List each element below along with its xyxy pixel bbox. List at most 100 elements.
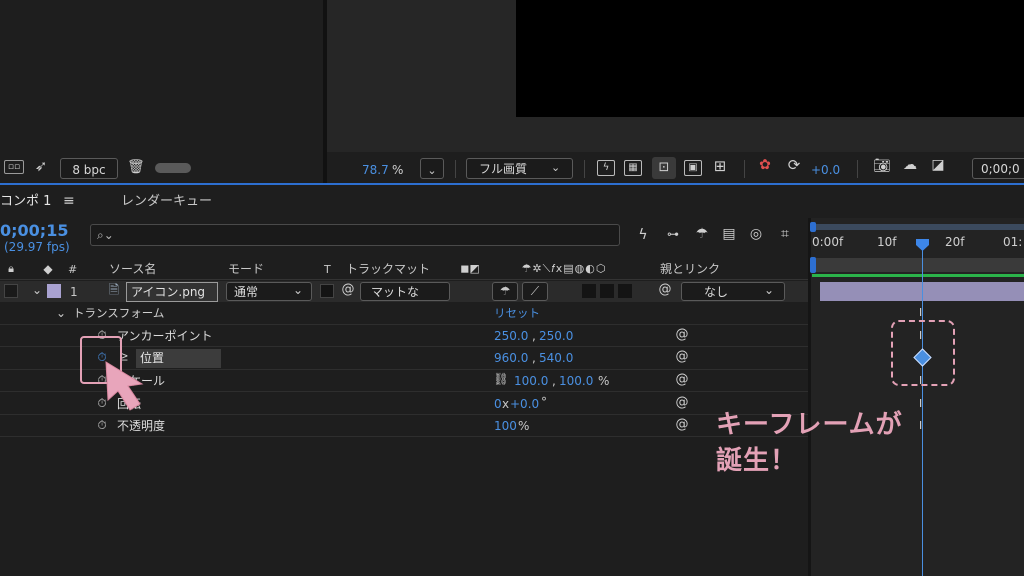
- toolbar-separator: [584, 160, 585, 178]
- switches-icons: ◼◩: [460, 262, 480, 275]
- chevron-down-icon: ⌄: [551, 161, 561, 174]
- layer-name: アイコン.png: [131, 285, 206, 299]
- anchor-point-y[interactable]: 250.0: [539, 330, 573, 342]
- column-t: T: [324, 263, 331, 276]
- graph-editor-icon[interactable]: ⌗: [774, 227, 796, 241]
- column-parent-link[interactable]: 親とリンク: [660, 263, 720, 275]
- 3d-switch[interactable]: [618, 284, 632, 298]
- scale-x[interactable]: 100.0: [514, 375, 548, 387]
- thumbnail-slider[interactable]: [155, 163, 191, 173]
- show-snapshot-icon[interactable]: ☁: [901, 158, 919, 172]
- anchor-point-x[interactable]: 250.0: [494, 330, 528, 342]
- position-x[interactable]: 960.0: [494, 352, 528, 364]
- fx-switch[interactable]: [582, 284, 596, 298]
- zoom-value[interactable]: 78.7: [362, 164, 389, 176]
- file-icon: 🗎: [108, 283, 120, 298]
- column-source-name[interactable]: ソース名: [109, 263, 156, 275]
- parent-pickwhip-icon[interactable]: @: [657, 283, 673, 296]
- expression-pickwhip-icon[interactable]: @: [675, 328, 689, 341]
- layer-name-field[interactable]: アイコン.png: [126, 282, 218, 302]
- chevron-down-icon: ⌄: [764, 283, 775, 297]
- blend-switch[interactable]: [600, 284, 614, 298]
- reset-exposure-icon[interactable]: ⟳: [785, 158, 803, 173]
- composition-canvas: [516, 0, 1024, 117]
- zoom-dropdown[interactable]: ⌄: [420, 158, 444, 179]
- region-of-interest-icon[interactable]: ▣: [684, 160, 702, 176]
- layer-search-field[interactable]: ⌕⌄: [90, 224, 620, 246]
- flowchart-icon[interactable]: ⊶: [662, 228, 684, 240]
- grid-guides-icon[interactable]: ⊞: [711, 159, 729, 174]
- render-queue-tab[interactable]: レンダーキュー: [121, 195, 212, 208]
- bit-depth-button[interactable]: 8 bpc: [60, 158, 118, 179]
- blend-mode-dropdown[interactable]: 通常 ⌄: [226, 282, 312, 301]
- scale-sep: ,: [552, 374, 556, 388]
- current-time-field[interactable]: 0;00;0: [972, 158, 1024, 179]
- toolbar-separator: [455, 160, 456, 178]
- fast-preview-icon[interactable]: ϟ: [597, 160, 615, 176]
- lock-icon[interactable]: 🔒︎: [4, 263, 18, 274]
- rocket-icon[interactable]: ➶: [32, 159, 50, 174]
- resolution-dropdown[interactable]: フル画質 ⌄: [466, 158, 573, 179]
- layer-number: 1: [70, 285, 78, 299]
- channel-icon[interactable]: ◪: [929, 158, 947, 172]
- chevron-down-icon[interactable]: ⌄: [30, 284, 44, 296]
- resolution-label: フル画質: [479, 162, 528, 176]
- stopwatch-icon[interactable]: ⏱︎: [95, 419, 109, 431]
- column-track-matte[interactable]: トラックマット: [346, 263, 430, 275]
- panel-menu-icon[interactable]: ≡: [63, 194, 75, 208]
- parent-dropdown[interactable]: なし ⌄: [681, 282, 785, 301]
- pickwhip-icon[interactable]: @: [340, 283, 356, 296]
- column-mode[interactable]: モード: [228, 263, 264, 275]
- anchor-point-sep: ,: [532, 329, 536, 343]
- layer-lock-box[interactable]: [4, 284, 18, 298]
- camera-icon[interactable]: 📷︎: [873, 159, 891, 173]
- viewer-timecode: 0;00;0: [981, 162, 1020, 176]
- layer-label-color[interactable]: [47, 284, 61, 298]
- transform-reset[interactable]: リセット: [494, 307, 540, 320]
- parent-label: なし: [704, 285, 729, 299]
- position-sep: ,: [532, 351, 536, 365]
- track-matte-dropdown[interactable]: マットな: [360, 282, 450, 301]
- project-panel: [0, 0, 323, 183]
- quality-switch[interactable]: ⟋: [522, 282, 548, 301]
- work-area-bar[interactable]: [812, 224, 1024, 230]
- search-icon: ⌕⌄: [97, 228, 114, 242]
- comp-marker-start[interactable]: [810, 257, 816, 273]
- opacity-value[interactable]: 100: [494, 420, 517, 432]
- transparency-grid-icon[interactable]: ▦: [624, 160, 642, 176]
- color-channels-icon[interactable]: ✿: [756, 158, 774, 172]
- frame-blending-icon[interactable]: ▤: [719, 227, 739, 241]
- playhead-handle[interactable]: [915, 238, 930, 252]
- transform-group-label: トランスフォーム: [73, 306, 165, 320]
- work-area-start[interactable]: [810, 222, 816, 232]
- rotation-degrees[interactable]: +0.0: [510, 398, 539, 410]
- mask-path-icon[interactable]: ⊡: [652, 157, 676, 179]
- tick-label: 10f: [877, 235, 897, 249]
- preserve-transparency-box[interactable]: [320, 284, 334, 298]
- flowchart-icon[interactable]: ▫▫: [4, 160, 24, 174]
- shy-switch[interactable]: ☂: [492, 282, 518, 301]
- expression-pickwhip-icon[interactable]: @: [675, 350, 689, 363]
- rotation-revolutions[interactable]: 0: [494, 398, 502, 410]
- expression-pickwhip-icon[interactable]: @: [675, 373, 689, 386]
- row-divider: [0, 436, 810, 437]
- expression-pickwhip-icon[interactable]: @: [675, 418, 689, 431]
- trash-icon[interactable]: 🗑: [127, 160, 145, 174]
- tick-label: 20f: [945, 235, 965, 249]
- anchor-point-label: アンカーポイント: [117, 329, 213, 343]
- constrain-link-icon[interactable]: ⛓: [492, 373, 510, 385]
- draft-3d-icon[interactable]: ϟ: [634, 228, 652, 242]
- motion-blur-icon[interactable]: ◎: [746, 227, 766, 241]
- zoom-unit: %: [392, 163, 404, 177]
- exposure-value[interactable]: +0.0: [811, 164, 840, 176]
- shy-layers-icon[interactable]: ☂: [692, 227, 712, 241]
- comp-tab[interactable]: コンポ 1: [0, 195, 51, 208]
- label-tag-icon[interactable]: ◆: [40, 263, 56, 275]
- opacity-label: 不透明度: [117, 419, 166, 433]
- expression-pickwhip-icon[interactable]: @: [675, 396, 689, 409]
- tick-label: 01:: [1003, 235, 1023, 249]
- scale-y[interactable]: 100.0: [559, 375, 593, 387]
- position-y[interactable]: 540.0: [539, 352, 573, 364]
- current-timecode[interactable]: 0;00;15: [0, 223, 68, 239]
- chevron-down-icon[interactable]: ⌄: [54, 307, 68, 319]
